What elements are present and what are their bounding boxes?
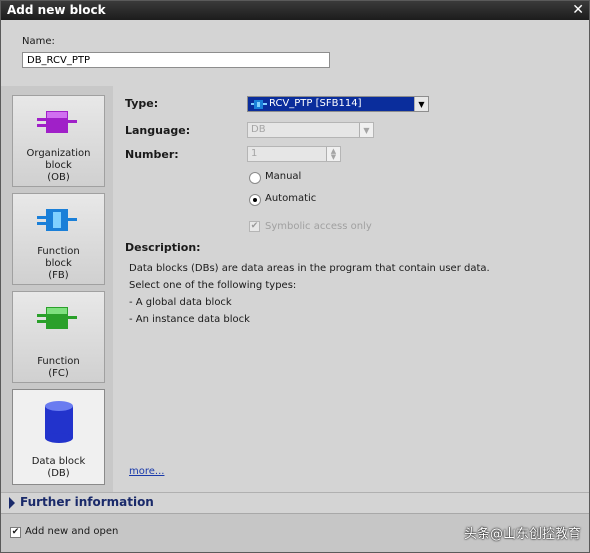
description-line: Select one of the following types: [129, 280, 297, 291]
number-label: Number: [125, 148, 179, 161]
description-heading: Description: [125, 241, 201, 254]
add-new-block-dialog: Add new block ✕ Name: Organization block… [0, 0, 590, 553]
manual-label: Manual [265, 171, 302, 182]
further-information-toggle[interactable]: Further information [1, 492, 589, 513]
function-icon [13, 298, 104, 338]
function-block-button[interactable]: Function block (FB) [12, 193, 105, 285]
block-label-line: (DB) [47, 468, 70, 479]
function-button[interactable]: Function (FC) [12, 291, 105, 383]
description-line: - An instance data block [129, 314, 250, 325]
spinner-arrows-icon[interactable]: ▲ ▼ [326, 147, 340, 161]
description-line: Data blocks (DBs) are data areas in the … [129, 263, 490, 274]
symbolic-access-label: Symbolic access only [265, 221, 372, 232]
type-dropdown[interactable]: RCV_PTP [SFB114] ▼ [247, 96, 429, 112]
function-block-icon [251, 100, 267, 109]
block-label-line: (FB) [48, 270, 69, 281]
name-label: Name: [22, 36, 55, 47]
symbolic-access-checkbox[interactable]: ✔ [249, 221, 260, 232]
block-label-line: Function [37, 356, 80, 367]
number-value: 1 [251, 148, 258, 159]
block-label-line: (FC) [48, 368, 69, 379]
block-label-line: (OB) [47, 172, 70, 183]
chevron-down-icon[interactable]: ▼ [414, 97, 428, 111]
automatic-radio[interactable] [249, 194, 261, 206]
type-value: RCV_PTP [SFB114] [269, 98, 362, 109]
data-block-icon [13, 398, 104, 446]
add-new-and-open-checkbox[interactable]: ✔ [10, 527, 21, 538]
dialog-title: Add new block [7, 3, 106, 17]
language-label: Language: [125, 124, 191, 137]
dialog-footer: ✔ Add new and open 头条@山东创控教育 [1, 513, 589, 552]
function-block-icon [13, 200, 104, 240]
description-line: - A global data block [129, 297, 232, 308]
name-input[interactable] [22, 52, 330, 68]
title-bar[interactable]: Add new block ✕ [1, 1, 589, 20]
chevron-down-icon[interactable]: ▼ [359, 123, 373, 137]
block-label-line: block [45, 160, 72, 171]
block-settings-panel: Type: RCV_PTP [SFB114] ▼ Language: DB ▼ … [113, 86, 589, 492]
manual-radio[interactable] [249, 172, 261, 184]
further-information-label: Further information [20, 495, 154, 509]
block-label-line: block [45, 258, 72, 269]
name-section: Name: [1, 20, 589, 86]
language-value: DB [251, 124, 266, 135]
block-label-line: Organization [26, 148, 91, 159]
add-new-and-open-label: Add new and open [25, 526, 119, 537]
automatic-label: Automatic [265, 193, 317, 204]
data-block-button[interactable]: Data block (DB) [12, 389, 105, 485]
block-label-line: Data block [31, 456, 86, 467]
organization-block-button[interactable]: Organization block (OB) [12, 95, 105, 187]
watermark: 头条@山东创控教育 [463, 527, 581, 542]
block-label-line: Function [37, 246, 80, 257]
organization-block-icon [13, 102, 104, 142]
number-stepper[interactable]: 1 ▲ ▼ [247, 146, 341, 162]
more-link[interactable]: more... [129, 466, 164, 477]
language-dropdown[interactable]: DB ▼ [247, 122, 374, 138]
expand-triangle-icon[interactable] [9, 497, 15, 509]
type-label: Type: [125, 97, 159, 110]
block-type-sidebar: Organization block (OB) Function block (… [1, 86, 113, 492]
close-icon[interactable]: ✕ [572, 2, 584, 18]
